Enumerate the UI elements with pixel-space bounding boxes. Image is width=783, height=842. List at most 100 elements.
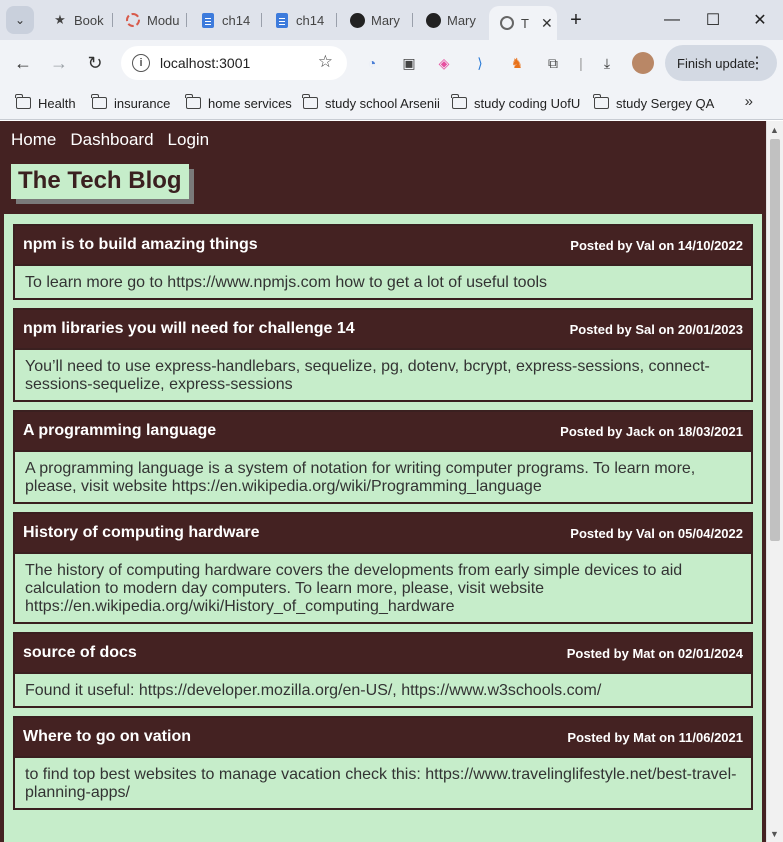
- menu-dots-icon: ⋮: [749, 55, 765, 72]
- folder-icon: [451, 94, 467, 109]
- chevron-down-icon: ⌄: [14, 13, 26, 27]
- bookmark-folder[interactable]: study Sergey QA: [593, 93, 715, 113]
- bookmark-folder[interactable]: study school Arsenii: [302, 93, 440, 113]
- site-title: The Tech Blog: [11, 164, 189, 199]
- url-text: localhost:3001: [160, 55, 251, 71]
- tab-4[interactable]: Mary: [341, 6, 405, 34]
- post-title[interactable]: History of computing hardware: [23, 524, 259, 542]
- browser-toolbar: ← → ↻ i localhost:3001 ☆ ◔ ▣ ◈ ⟩ ♞ ⧉ | ⤓…: [0, 40, 783, 86]
- forward-button[interactable]: →: [45, 49, 73, 77]
- tab-title: Modu: [147, 12, 179, 28]
- close-window-button[interactable]: ✕: [740, 6, 780, 34]
- page-viewport: Home Dashboard Login The Tech Blog npm i…: [0, 121, 766, 842]
- nav-home-link[interactable]: Home: [11, 130, 56, 150]
- post-header: npm libraries you will need for challeng…: [15, 310, 751, 348]
- extension-icon[interactable]: ♞: [507, 53, 527, 73]
- finish-update-label: Finish update: [677, 55, 756, 71]
- bookmark-label: insurance: [114, 95, 171, 111]
- tab-title: ch14: [296, 12, 325, 28]
- profile-avatar[interactable]: [632, 52, 654, 74]
- tab-title: T: [521, 15, 529, 31]
- tab-2[interactable]: ch14: [192, 6, 252, 34]
- new-tab-button[interactable]: +: [557, 6, 595, 34]
- tab-separator: [261, 13, 262, 27]
- scrollbar-thumb[interactable]: [770, 139, 780, 541]
- post-card[interactable]: npm libraries you will need for challeng…: [13, 308, 753, 402]
- address-bar[interactable]: i localhost:3001 ☆: [121, 46, 347, 80]
- post-body: You’ll need to use express-handlebars, s…: [15, 348, 751, 400]
- maximize-button[interactable]: ☐: [693, 6, 733, 34]
- scroll-up-icon[interactable]: ▲: [770, 125, 779, 135]
- bookmark-folder[interactable]: insurance: [91, 93, 171, 113]
- extension-icon[interactable]: ◈: [434, 53, 454, 73]
- post-title[interactable]: npm libraries you will need for challeng…: [23, 320, 355, 338]
- post-meta: Posted by Jack on 18/03/2021: [560, 423, 743, 439]
- tab-separator: [112, 13, 113, 27]
- tab-3[interactable]: ch14: [266, 6, 328, 34]
- tab-active[interactable]: T ✕: [489, 6, 557, 40]
- tab-5[interactable]: Mary: [417, 6, 481, 34]
- tab-strip: ⌄ ★ Book Modu ch14 ch14 Mary Mary T ✕ + …: [0, 0, 783, 40]
- post-title[interactable]: npm is to build amazing things: [23, 236, 258, 254]
- bookmark-folder[interactable]: study coding UofU: [451, 93, 580, 113]
- folder-icon: [185, 94, 201, 109]
- nav-dashboard-link[interactable]: Dashboard: [70, 130, 153, 150]
- tab-separator: [336, 13, 337, 27]
- post-header: npm is to build amazing things Posted by…: [15, 226, 751, 264]
- github-icon: [349, 12, 365, 28]
- extension-icon[interactable]: ▣: [399, 53, 419, 73]
- bookmark-folder[interactable]: Health: [15, 93, 76, 113]
- post-body: To learn more go to https://www.npmjs.co…: [15, 264, 751, 298]
- folder-icon: [593, 94, 609, 109]
- doc-icon: [274, 12, 290, 28]
- post-card[interactable]: source of docs Posted by Mat on 02/01/20…: [13, 632, 753, 708]
- post-card[interactable]: A programming language Posted by Jack on…: [13, 410, 753, 504]
- post-meta: Posted by Val on 05/04/2022: [570, 525, 743, 541]
- post-title[interactable]: Where to go on vation: [23, 728, 191, 746]
- post-meta: Posted by Val on 14/10/2022: [570, 237, 743, 253]
- bookmark-folder[interactable]: home services: [185, 93, 292, 113]
- tab-search-button[interactable]: ⌄: [6, 6, 34, 34]
- close-tab-icon[interactable]: ✕: [541, 15, 553, 32]
- site-info-icon[interactable]: i: [132, 54, 150, 72]
- back-button[interactable]: ←: [9, 49, 37, 77]
- tab-0[interactable]: ★ Book: [44, 6, 106, 34]
- finish-update-button[interactable]: Finish update ⋮: [665, 45, 777, 81]
- folder-icon: [15, 94, 31, 109]
- vscode-icon[interactable]: ⟩: [470, 53, 490, 73]
- post-header: History of computing hardware Posted by …: [15, 514, 751, 552]
- scroll-down-icon[interactable]: ▼: [770, 829, 779, 839]
- download-icon[interactable]: ⤓: [597, 53, 617, 73]
- post-title[interactable]: source of docs: [23, 644, 137, 662]
- bookmark-label: Health: [38, 95, 76, 111]
- minimize-button[interactable]: —: [652, 6, 692, 34]
- extension-icon[interactable]: ◔: [362, 53, 382, 73]
- tab-title: ch14: [222, 12, 251, 28]
- tab-title: Mary: [447, 12, 476, 28]
- post-body: A programming language is a system of no…: [15, 450, 751, 502]
- post-card[interactable]: History of computing hardware Posted by …: [13, 512, 753, 624]
- post-card[interactable]: npm is to build amazing things Posted by…: [13, 224, 753, 300]
- post-body: The history of computing hardware covers…: [15, 552, 751, 622]
- bookmark-label: study Sergey QA: [616, 95, 715, 111]
- nav-login-link[interactable]: Login: [168, 130, 210, 150]
- tab-1[interactable]: Modu: [117, 6, 179, 34]
- toolbar-divider: |: [579, 55, 583, 71]
- bookmark-label: study school Arsenii: [325, 95, 440, 111]
- post-card[interactable]: Where to go on vation Posted by Mat on 1…: [13, 716, 753, 810]
- tab-title: Mary: [371, 12, 400, 28]
- star-icon: ★: [54, 12, 66, 27]
- ring-icon: [125, 12, 141, 28]
- puzzle-icon[interactable]: ⧉: [543, 53, 563, 73]
- github-icon: [425, 12, 441, 28]
- bookmark-star-icon[interactable]: ☆: [318, 52, 333, 72]
- tab-separator: [412, 13, 413, 27]
- page-scrollbar[interactable]: ▲ ▼: [766, 121, 783, 842]
- reload-button[interactable]: ↻: [81, 49, 109, 77]
- more-bookmarks-icon[interactable]: »: [745, 93, 753, 110]
- post-title[interactable]: A programming language: [23, 422, 216, 440]
- post-body: to find top best websites to manage vaca…: [15, 756, 751, 808]
- posts-list: npm is to build amazing things Posted by…: [4, 214, 762, 842]
- tab-title: Book: [74, 12, 104, 28]
- post-header: source of docs Posted by Mat on 02/01/20…: [15, 634, 751, 672]
